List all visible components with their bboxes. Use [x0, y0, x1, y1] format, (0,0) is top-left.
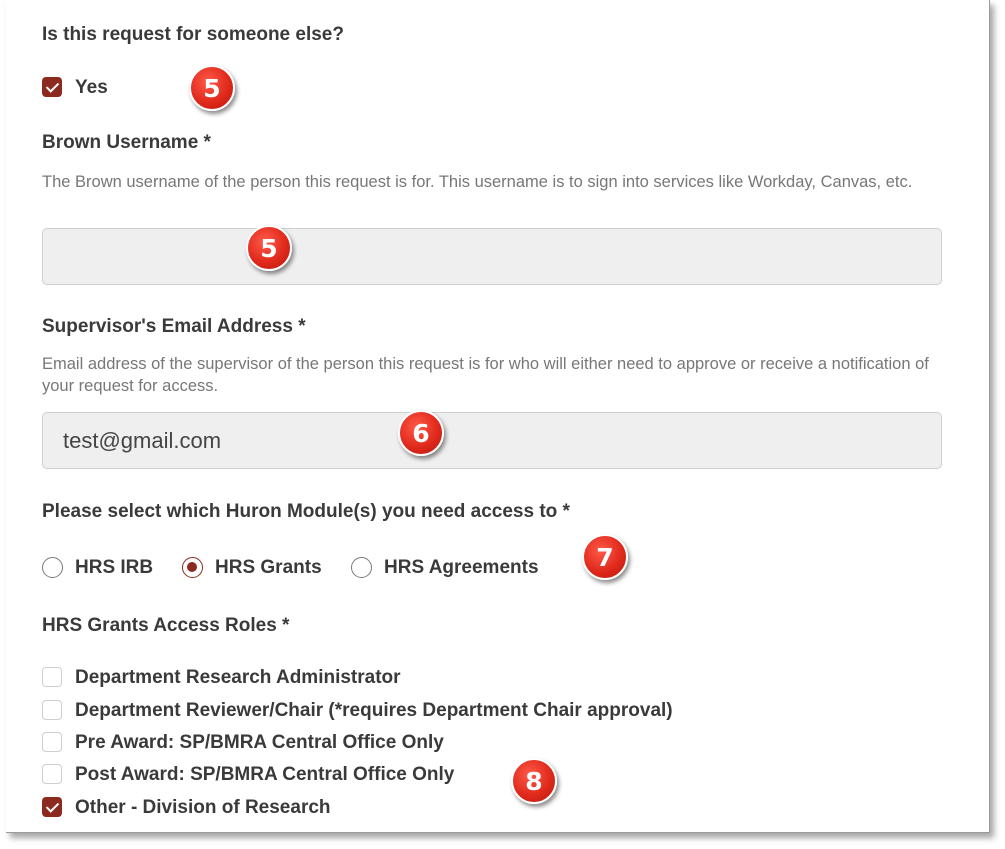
someone-else-yes-checkbox[interactable] [42, 77, 62, 102]
supervisor-email-field[interactable] [42, 412, 942, 469]
role-checkbox[interactable] [42, 700, 62, 725]
radio-unselected-icon[interactable] [351, 557, 372, 578]
radio-selected-icon[interactable] [182, 557, 203, 578]
radio-hrs-grants-label[interactable]: HRS Grants [215, 557, 322, 579]
brown-username-help: The Brown username of the person this re… [42, 173, 913, 191]
supervisor-email-help: Email address of the supervisor of the p… [42, 355, 929, 395]
step-callout-badge: 8 [511, 758, 557, 804]
checkbox-unchecked-icon[interactable] [42, 732, 62, 752]
role-checkbox[interactable] [42, 797, 62, 822]
radio-hrs-agreements-label[interactable]: HRS Agreements [384, 557, 539, 579]
checkbox-unchecked-icon[interactable] [42, 667, 62, 687]
radio-hrs-irb-label[interactable]: HRS IRB [75, 557, 153, 579]
role-label[interactable]: Department Reviewer/Chair (*requires Dep… [75, 700, 673, 722]
role-checkbox[interactable] [42, 732, 62, 757]
role-label[interactable]: Pre Award: SP/BMRA Central Office Only [75, 732, 444, 754]
role-label[interactable]: Department Research Administrator [75, 667, 401, 689]
checkbox-checked-icon[interactable] [42, 77, 62, 97]
radio-hrs-grants[interactable] [182, 557, 203, 583]
radio-hrs-agreements[interactable] [351, 557, 372, 583]
role-label[interactable]: Post Award: SP/BMRA Central Office Only [75, 764, 454, 786]
step-callout-badge: 7 [582, 534, 628, 580]
supervisor-email-input[interactable] [43, 413, 941, 468]
checkbox-checked-icon[interactable] [42, 797, 62, 817]
request-form: Is this request for someone else? Yes Br… [6, 0, 990, 833]
radio-hrs-irb[interactable] [42, 557, 63, 583]
radio-unselected-icon[interactable] [42, 557, 63, 578]
brown-username-label: Brown Username * [42, 132, 211, 153]
supervisor-email-label: Supervisor's Email Address * [42, 316, 306, 337]
someone-else-question: Is this request for someone else? [42, 24, 344, 45]
step-callout-badge: 5 [246, 225, 292, 271]
role-checkbox[interactable] [42, 764, 62, 789]
grants-roles-label: HRS Grants Access Roles * [42, 615, 290, 636]
brown-username-input[interactable] [43, 229, 941, 284]
role-label[interactable]: Other - Division of Research [75, 797, 331, 819]
someone-else-yes-label[interactable]: Yes [75, 77, 108, 99]
step-callout-badge: 6 [398, 410, 444, 456]
step-callout-badge: 5 [189, 65, 235, 111]
checkbox-unchecked-icon[interactable] [42, 764, 62, 784]
role-checkbox[interactable] [42, 667, 62, 692]
huron-modules-label: Please select which Huron Module(s) you … [42, 501, 570, 522]
brown-username-field[interactable] [42, 228, 942, 285]
checkbox-unchecked-icon[interactable] [42, 700, 62, 720]
